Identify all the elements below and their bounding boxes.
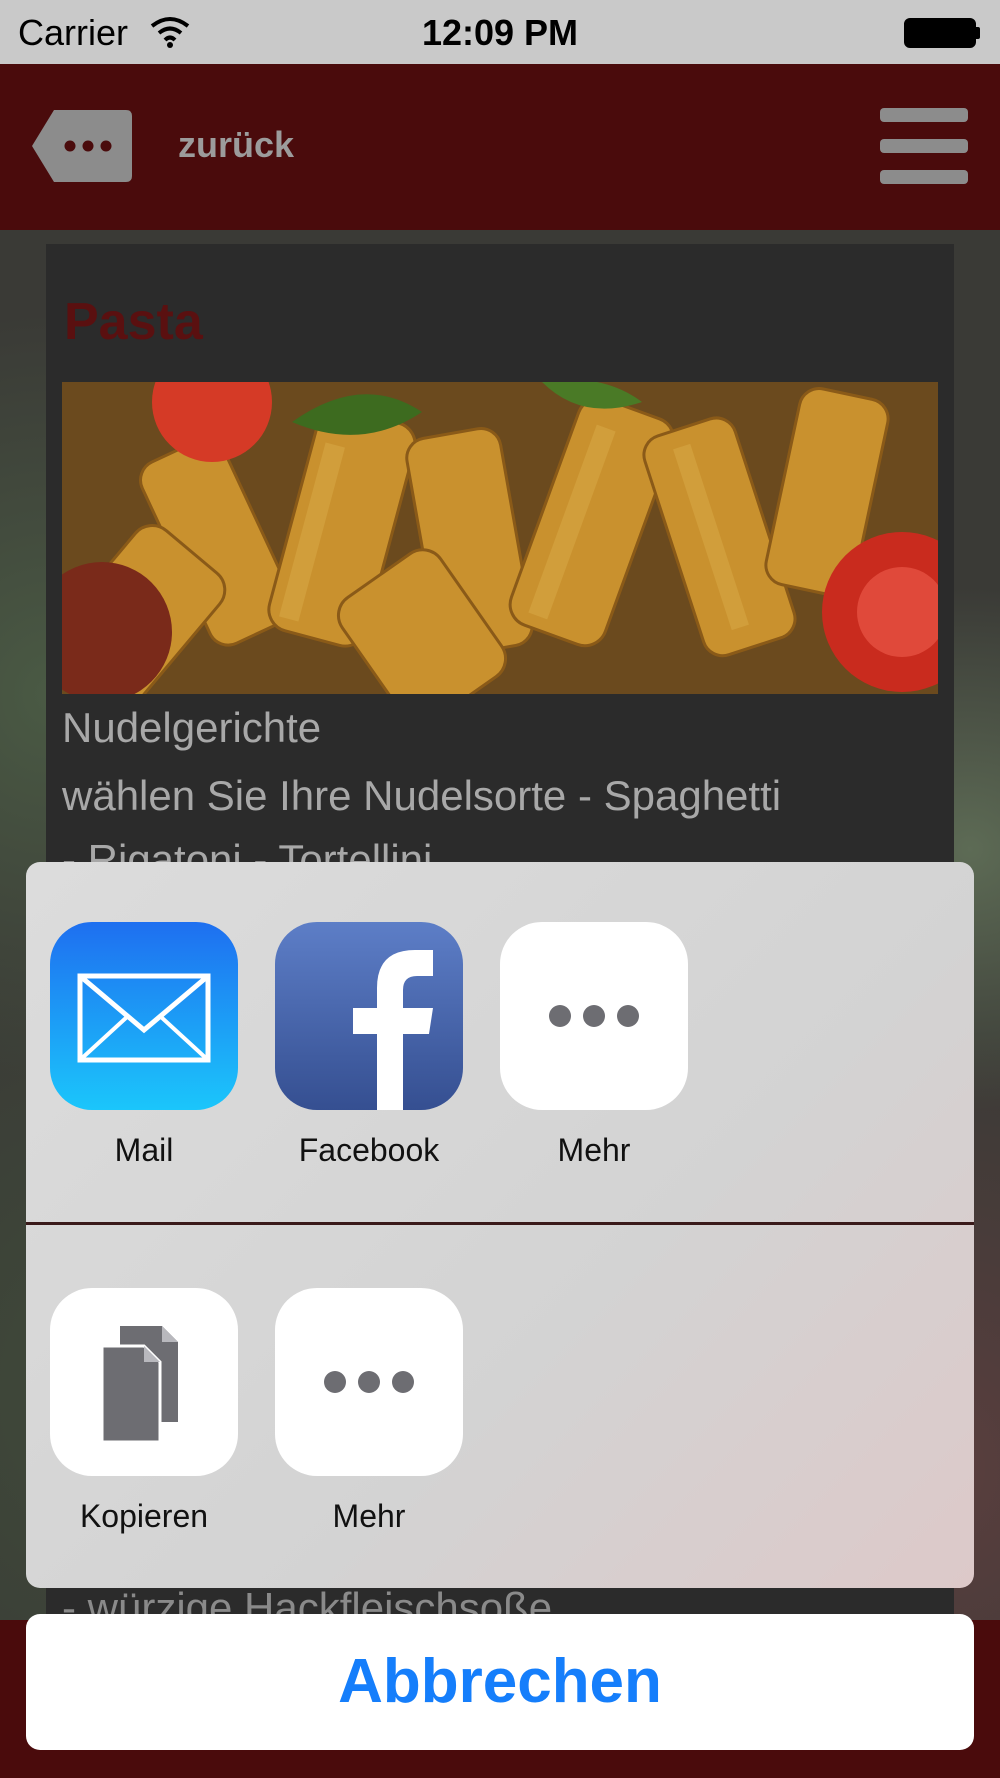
description-line: wählen Sie Ihre Nudelsorte - Spaghetti — [62, 772, 782, 819]
more-icon[interactable] — [275, 1288, 463, 1476]
share-item-label: Mehr — [557, 1132, 631, 1168]
copy-icon[interactable] — [50, 1288, 238, 1476]
mail-icon[interactable] — [50, 922, 238, 1110]
status-bar: Carrier 12:09 PM — [0, 0, 1000, 64]
navigation-bar: zurück — [0, 64, 1000, 230]
share-facebook-button[interactable]: Facebook — [275, 922, 463, 1169]
share-mail-button[interactable]: Mail — [50, 922, 238, 1169]
share-copy-button[interactable]: Kopieren — [50, 1288, 238, 1535]
battery-icon — [904, 18, 980, 48]
share-item-label: Mail — [114, 1132, 174, 1168]
more-icon[interactable] — [500, 922, 688, 1110]
share-sheet: Mail Facebook Mehr Kopieren Mehr — [26, 862, 974, 1588]
clock-time: 12:09 PM — [421, 12, 579, 53]
share-item-label: Kopieren — [79, 1498, 209, 1534]
description-line: Nudelgerichte — [62, 704, 322, 751]
share-divider — [26, 1222, 974, 1225]
back-button[interactable] — [30, 108, 134, 184]
page-title: Pasta — [64, 293, 203, 351]
facebook-icon[interactable] — [275, 922, 463, 1110]
share-item-label: Facebook — [298, 1132, 440, 1168]
share-more-actions-button[interactable]: Mehr — [275, 1288, 463, 1535]
hamburger-menu-icon[interactable] — [880, 108, 968, 184]
share-item-label: Mehr — [332, 1498, 406, 1534]
back-label[interactable]: zurück — [178, 124, 294, 166]
share-more-button[interactable]: Mehr — [500, 922, 688, 1169]
cancel-button[interactable]: Abbrechen — [26, 1614, 974, 1750]
pasta-image — [62, 382, 938, 694]
ellipsis-tag-icon — [32, 110, 132, 182]
